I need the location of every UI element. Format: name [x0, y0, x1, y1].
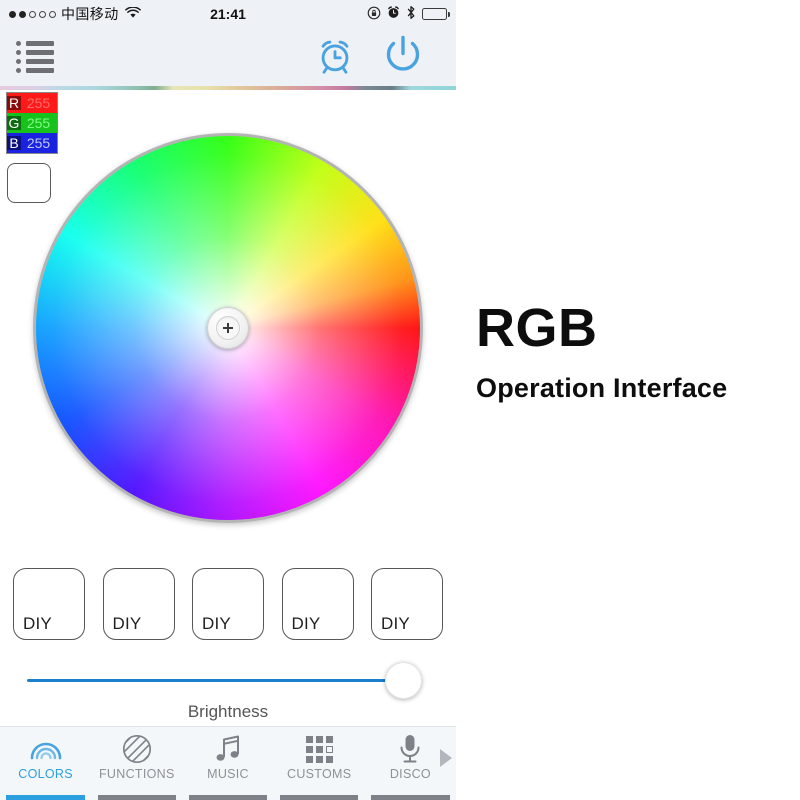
status-bar-left: 中国移动 [9, 4, 141, 24]
diy-button-label: DIY [202, 614, 231, 633]
phone-screenshot-panel: 中国移动 21:41 R 255 G 255 B 255 DIY DIY DIY… [0, 0, 456, 800]
tab-label-colors: COLORS [18, 767, 73, 781]
color-wheel[interactable] [33, 133, 423, 523]
rgb-letter-blue: B [7, 136, 21, 150]
tab-customs[interactable]: CUSTOMS [274, 727, 365, 800]
tab-label-customs: CUSTOMS [287, 767, 352, 781]
rgb-value-red: 255 [26, 95, 51, 111]
diy-button-5[interactable]: DIY [371, 568, 443, 640]
brightness-slider-track[interactable] [27, 679, 409, 682]
app-toolbar [0, 28, 456, 86]
color-wheel-selector-inner [216, 316, 240, 340]
wifi-icon [124, 5, 141, 22]
status-bar-right [367, 5, 450, 23]
microphone-icon [397, 732, 423, 766]
brightness-slider-thumb[interactable] [385, 662, 422, 699]
tab-underline-music [188, 795, 268, 800]
diy-button-label: DIY [291, 614, 321, 633]
grid-icon [305, 732, 333, 766]
tab-functions[interactable]: FUNCTIONS [91, 727, 182, 800]
rgb-letter-red: R [7, 95, 21, 111]
brightness-slider[interactable]: Brightness [0, 660, 456, 726]
diy-button-label: DIY [381, 614, 410, 633]
tab-underline-disco [371, 795, 450, 800]
chevron-right-icon[interactable] [440, 749, 452, 767]
rgb-row-green: G 255 [7, 113, 57, 133]
tab-underline-functions [97, 795, 177, 800]
alarm-clock-icon[interactable] [314, 34, 356, 81]
diy-button-label: DIY [23, 614, 52, 633]
diy-button-3[interactable]: DIY [192, 568, 264, 640]
list-menu-icon[interactable] [16, 41, 54, 73]
alarm-icon [387, 6, 400, 22]
diy-button-label: DIY [112, 614, 142, 633]
diy-button-1[interactable]: DIY [13, 568, 85, 640]
signal-strength-icon [9, 10, 56, 18]
tab-label-functions: FUNCTIONS [98, 767, 175, 781]
tab-label-disco: DISCO [389, 767, 431, 781]
rgb-row-red: R 255 [7, 93, 57, 113]
diy-preset-row: DIY DIY DIY DIY DIY [0, 568, 456, 644]
music-note-icon [214, 732, 242, 766]
carrier-name: 中国移动 [61, 6, 119, 22]
diy-button-2[interactable]: DIY [102, 568, 175, 640]
crosshair-icon [223, 323, 233, 333]
rgb-value-green: 255 [26, 115, 51, 131]
tab-label-music: MUSIC [207, 767, 249, 781]
diy-button-4[interactable]: DIY [281, 568, 354, 640]
rainbow-icon [29, 732, 63, 766]
bluetooth-icon [406, 5, 416, 23]
color-wheel-selector[interactable] [207, 307, 249, 349]
bottom-tab-bar: COLORS FUNCTIONS MUSIC CUSTOMS DISCO [0, 726, 456, 800]
tab-underline-colors [6, 795, 85, 800]
hatched-circle-icon [121, 732, 153, 766]
status-bar: 中国移动 21:41 [0, 0, 456, 28]
tab-music[interactable]: MUSIC [182, 727, 273, 800]
tab-underline-customs [279, 795, 359, 800]
power-icon[interactable] [380, 32, 426, 83]
brightness-label: Brightness [187, 702, 269, 721]
color-gradient-strip [0, 86, 456, 90]
caption-subtitle: Operation Interface [476, 372, 728, 403]
caption-title: RGB [476, 298, 598, 358]
rgb-letter-green: G [7, 115, 21, 131]
rotation-lock-icon [367, 6, 381, 23]
toolbar-actions [314, 32, 456, 83]
battery-icon [422, 8, 450, 20]
caption-block: RGB Operation Interface [476, 300, 786, 404]
tab-colors[interactable]: COLORS [0, 727, 91, 800]
